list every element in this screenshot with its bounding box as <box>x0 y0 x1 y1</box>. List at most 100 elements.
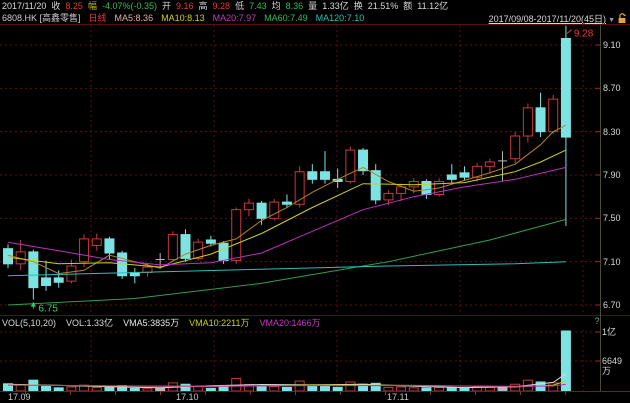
ma-lines <box>7 124 567 306</box>
candle-body <box>193 241 204 259</box>
info-item: 高 <box>198 1 208 11</box>
time-axis-tick <box>385 391 386 395</box>
candle-body <box>256 202 267 219</box>
price-axis-label: 7.50 <box>603 213 621 224</box>
candle-body <box>548 98 559 133</box>
candles <box>3 25 571 300</box>
unlock-icon[interactable] <box>617 13 627 24</box>
candle-body <box>446 174 457 180</box>
info-item: 幅 <box>87 1 97 11</box>
legend-item: 6808.HK [高鑫零售] <box>2 13 81 23</box>
month-label: 17.10 <box>176 392 199 402</box>
range-text[interactable]: 2017/09/08-2017/11/20(45日) <box>489 14 606 24</box>
time-axis-tick <box>70 391 71 395</box>
info-item: 均 <box>271 1 281 11</box>
candle-body <box>218 242 229 262</box>
volume-legend-item: VMA20:1466万 <box>259 318 321 328</box>
volume-legend-item: VMA5:3835万 <box>123 318 180 328</box>
pane-divider <box>0 315 630 316</box>
info-item: 开 <box>161 1 171 11</box>
candle-body <box>484 161 495 167</box>
info-item: -4.07%(-0.35) <box>101 1 157 11</box>
info-item: 8.36 <box>285 1 304 11</box>
candle-body <box>41 277 52 286</box>
price-axis-label: 6.70 <box>603 299 621 310</box>
candle-body <box>421 180 432 195</box>
candle-body <box>560 38 571 138</box>
legend-item: 日线 <box>88 13 107 23</box>
volume-legend: VOL(5,10,20) VOL:1.33亿 VMA5:3835万 VMA10:221… <box>2 317 598 329</box>
candle-body <box>320 171 330 180</box>
month-label: 17.11 <box>387 392 409 402</box>
month-label: 17.09 <box>8 392 31 402</box>
info-item: 换 <box>353 1 363 11</box>
time-axis-tick <box>160 391 161 395</box>
info-item: 低 <box>235 1 245 11</box>
high-callout-arrow <box>566 29 573 34</box>
volume-bar <box>510 383 521 391</box>
ma-line-ma20 <box>7 166 567 266</box>
candle-body <box>79 238 90 263</box>
info-item: 9.16 <box>176 1 194 11</box>
price-axis-label: 9.10 <box>603 40 621 50</box>
time-axis-tick <box>475 391 476 395</box>
price-axis-label: 8.30 <box>603 126 621 137</box>
stock-chart-window: 2017/11/20 收 8.25 幅 -4.07%(-0.35) 开 9.16 高 9.28 低… <box>0 0 630 403</box>
candle-body <box>91 238 102 246</box>
candle-body <box>167 234 178 260</box>
price-axis-label: 7.90 <box>603 169 621 180</box>
candle-body <box>459 172 470 178</box>
legend-item: MA120:7.10 <box>315 13 365 23</box>
candle-body <box>522 107 533 137</box>
time-axis-tick <box>205 391 206 395</box>
candle-body <box>535 107 546 133</box>
info-item: 11.12亿 <box>417 1 449 11</box>
candle-body <box>383 192 394 201</box>
legend-item: MA10:8.13 <box>161 13 205 23</box>
info-item: 7.43 <box>249 1 267 11</box>
candle-body <box>345 149 356 182</box>
main-chart[interactable]: 9.28 6.75 <box>0 25 600 315</box>
candle-body <box>510 135 521 160</box>
price-axis-label: 8.70 <box>603 83 621 94</box>
info-item: 收 <box>51 1 61 11</box>
info-item: 量 <box>308 1 318 11</box>
legend-item: MA5:8.36 <box>114 13 154 23</box>
info-item: 9.28 <box>212 1 231 11</box>
time-axis-tick <box>250 391 251 395</box>
info-item: 额 <box>403 1 413 11</box>
candle-body <box>243 202 254 211</box>
volume-chart[interactable] <box>0 330 600 391</box>
candle-body <box>53 277 64 283</box>
volume-bar <box>345 381 356 391</box>
time-axis-tick <box>520 391 521 395</box>
candle-body <box>180 234 191 259</box>
volume-axis-label: 1亿 <box>602 327 617 337</box>
info-item: 2017/11/20 <box>2 1 47 11</box>
legend-item: MA60:7.49 <box>264 13 308 23</box>
volume-axis-label: 6649万 <box>602 356 623 376</box>
info-item: 21.51% <box>367 1 399 11</box>
chevron-down-icon[interactable]: ▼ <box>608 17 615 24</box>
high-price-label: 9.28 <box>574 29 594 40</box>
info-bar: 2017/11/20 收 8.25 幅 -4.07%(-0.35) 开 9.16 高 9.28 低… <box>2 0 628 12</box>
time-axis-tick <box>565 391 566 395</box>
candle-body <box>231 209 242 262</box>
candle-body <box>370 170 381 201</box>
candle-body <box>307 171 318 180</box>
time-axis-tick <box>115 391 116 395</box>
volume-legend-item: VOL:1.33亿 <box>66 318 114 328</box>
legend-item: MA20:7.97 <box>212 13 257 23</box>
candle-body <box>205 239 216 244</box>
volume-legend-item: VOL(5,10,20) <box>2 318 57 328</box>
volume-legend-item: VMA10:2211万 <box>189 318 250 328</box>
range-selector[interactable]: 2017/09/08-2017/11/20(45日) ▼ <box>489 13 627 24</box>
candle-body <box>28 251 39 289</box>
info-item: 8.25 <box>65 1 83 11</box>
time-axis-tick <box>430 391 431 395</box>
candle-body <box>281 201 292 205</box>
ma-line-ma10 <box>7 149 567 268</box>
ma-line-ma120 <box>7 261 566 277</box>
time-axis-tick <box>295 391 296 395</box>
info-item: 1.33亿 <box>322 1 349 11</box>
